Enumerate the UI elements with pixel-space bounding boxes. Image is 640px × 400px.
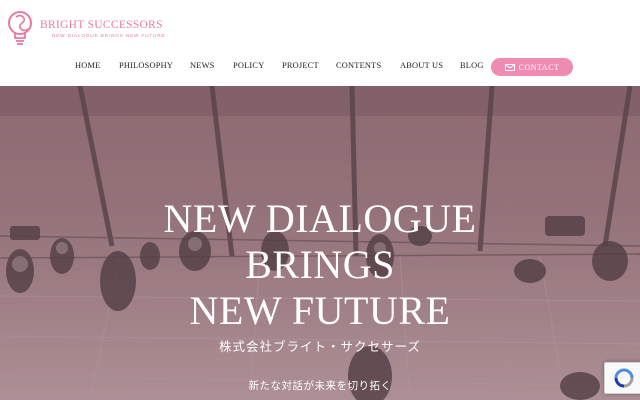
hero-company-name: 株式会社ブライト・サクセサーズ [219,339,421,354]
brand-tagline: NEW DIALOGUE BRINGS NEW FUTURE [52,33,166,38]
mail-icon [504,63,515,71]
hero-headline-line-3: NEW FUTURE [189,288,451,333]
hero-section: NEW DIALOGUE BRINGS NEW FUTURE 株式会社ブライト・… [0,86,640,400]
main-nav: HOME PHILOSOPHY NEWS POLICY PROJECT CONT… [0,58,640,76]
recaptcha-icon [614,368,634,388]
nav-item-philosophy[interactable]: PHILOSOPHY [119,61,173,70]
contact-button[interactable]: CONTACT [491,58,573,76]
site-logo[interactable]: BRIGHT SUCCESSORS NEW DIALOGUE BRINGS NE… [6,10,166,48]
hero-tagline: 新たな対話が未来を切り拓く [248,380,392,392]
nav-item-home[interactable]: HOME [75,61,100,70]
nav-item-blog[interactable]: BLOG [460,61,484,70]
nav-item-policy[interactable]: POLICY [233,61,264,70]
contact-label: CONTACT [518,62,560,72]
nav-item-news[interactable]: NEWS [190,61,215,70]
hero-headline-line-2: BRINGS [245,242,395,287]
lightbulb-logo-icon [8,11,32,45]
nav-item-contents[interactable]: CONTENTS [336,61,381,70]
site-header: BRIGHT SUCCESSORS NEW DIALOGUE BRINGS NE… [0,0,640,86]
nav-item-project[interactable]: PROJECT [282,61,319,70]
hero-headline-line-1: NEW DIALOGUE [163,196,477,241]
brand-name: BRIGHT SUCCESSORS [40,19,163,31]
recaptcha-badge[interactable] [604,362,640,394]
nav-item-about-us[interactable]: ABOUT US [400,61,443,70]
